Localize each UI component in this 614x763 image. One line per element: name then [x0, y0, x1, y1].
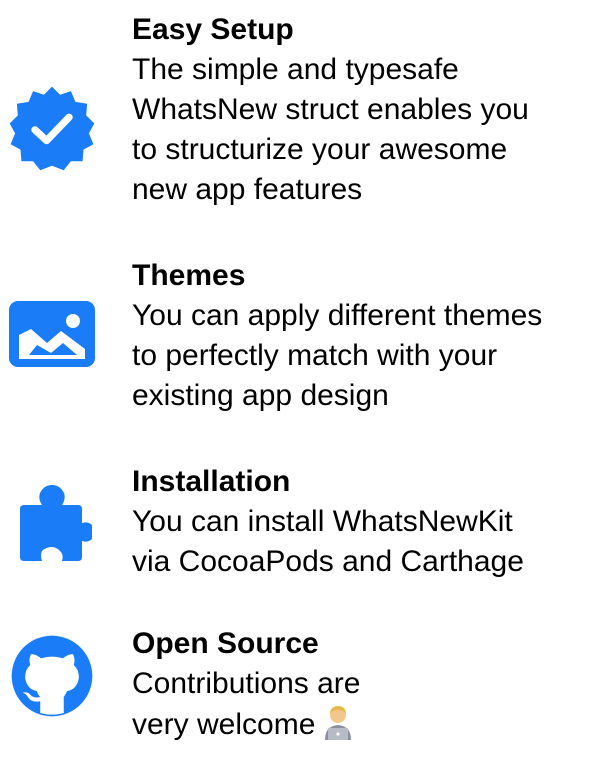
feature-text: Easy Setup The simple and typesafe Whats… [132, 10, 612, 210]
feature-text: Open Source Contributions are very welco… [132, 624, 612, 751]
photo-icon [6, 288, 98, 380]
feature-title: Open Source [132, 627, 319, 660]
feature-text: Themes You can apply different themes to… [132, 256, 612, 416]
feature-subtitle: You can apply different themes to perfec… [132, 299, 543, 412]
feature-subtitle: Contributions are very welcome [132, 664, 612, 751]
puzzle-piece-icon [6, 476, 98, 568]
github-octocat-icon [6, 630, 98, 722]
checkmark-seal-icon [6, 82, 98, 174]
feature-text: Installation You can install WhatsNewKit… [132, 462, 612, 582]
feature-subtitle: You can install WhatsNewKit via CocoaPod… [132, 505, 524, 578]
technologist-emoji-icon [321, 704, 355, 751]
feature-title: Themes [132, 259, 246, 292]
feature-title: Installation [132, 465, 291, 498]
feature-title: Easy Setup [132, 13, 294, 46]
feature-subtitle: The simple and typesafe WhatsNew struct … [132, 53, 529, 206]
